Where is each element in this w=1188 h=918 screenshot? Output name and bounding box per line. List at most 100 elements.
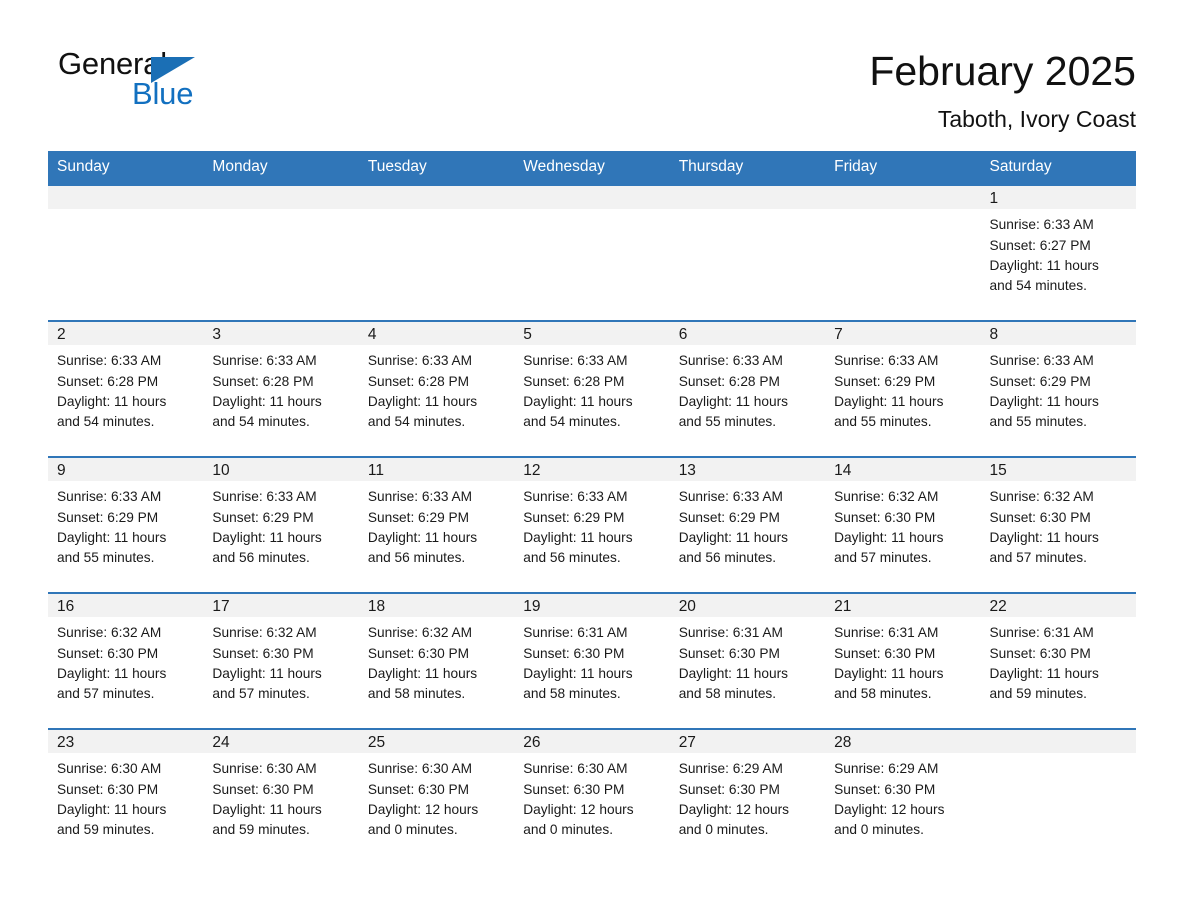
day-detail-line: and 0 minutes. bbox=[367, 821, 458, 837]
calendar-day-cell[interactable]: 22 Sunrise: 6:31 AM Sunset: 6:30 PM Dayligh… bbox=[980, 592, 1136, 730]
calendar-day-cell[interactable]: 12 Sunrise: 6:33 AM Sunset: 6:29 PM Dayligh… bbox=[514, 456, 670, 594]
day-detail-line: Daylight: 11 hours bbox=[57, 393, 167, 409]
day-detail-line: and 58 minutes. bbox=[678, 685, 777, 701]
day-number: 24 bbox=[203, 730, 359, 754]
day-details bbox=[514, 209, 669, 215]
day-number: 16 bbox=[48, 594, 204, 618]
day-detail-line: Daylight: 11 hours bbox=[523, 665, 633, 681]
calendar-day-cell-empty bbox=[669, 184, 826, 322]
day-number bbox=[669, 186, 826, 210]
calendar-day-cell[interactable]: 15 Sunrise: 6:32 AM Sunset: 6:30 PM Dayligh… bbox=[980, 456, 1136, 594]
day-number: 11 bbox=[358, 458, 515, 482]
calendar-day-cell-empty bbox=[514, 184, 670, 322]
day-details bbox=[981, 753, 1136, 759]
day-detail-line: Sunset: 6:30 PM bbox=[834, 781, 936, 797]
day-detail-line: and 58 minutes. bbox=[834, 685, 932, 701]
day-detail-line: Sunrise: 6:30 AM bbox=[212, 761, 317, 777]
day-detail-line: and 54 minutes. bbox=[523, 413, 621, 429]
title-block: February 2025 Taboth, Ivory Coast bbox=[869, 48, 1136, 132]
calendar-day-cell[interactable]: 8 Sunrise: 6:33 AM Sunset: 6:29 PM Daylight… bbox=[980, 320, 1136, 458]
calendar-day-cell[interactable]: 7 Sunrise: 6:33 AM Sunset: 6:29 PM Daylight… bbox=[825, 320, 981, 458]
calendar-day-cell[interactable]: 1 Sunrise: 6:33 AM Sunset: 6:27 PM Daylight… bbox=[980, 184, 1136, 322]
weekday-header-friday: Friday bbox=[825, 151, 981, 186]
day-number: 26 bbox=[514, 730, 670, 754]
calendar-day-cell[interactable]: 2 Sunrise: 6:33 AM Sunset: 6:28 PM Daylight… bbox=[48, 320, 204, 458]
calendar-day-cell[interactable]: 3 Sunrise: 6:33 AM Sunset: 6:28 PM Daylight… bbox=[203, 320, 359, 458]
day-detail-line: Sunrise: 6:33 AM bbox=[523, 489, 628, 505]
day-number: 10 bbox=[203, 458, 359, 482]
calendar-day-cell[interactable]: 16 Sunrise: 6:32 AM Sunset: 6:30 PM Dayligh… bbox=[48, 592, 204, 730]
calendar-week-row: 16 Sunrise: 6:32 AM Sunset: 6:30 PM Dayligh… bbox=[48, 592, 1136, 730]
day-details: Sunrise: 6:32 AM Sunset: 6:30 PM Daylight:… bbox=[359, 617, 514, 704]
general-blue-logo[interactable]: General Blue bbox=[58, 48, 208, 120]
day-detail-line: Sunrise: 6:32 AM bbox=[834, 489, 939, 505]
day-details: Sunrise: 6:32 AM Sunset: 6:30 PM Daylight:… bbox=[203, 617, 358, 704]
day-details: Sunrise: 6:29 AM Sunset: 6:30 PM Daylight:… bbox=[670, 753, 825, 840]
day-details: Sunrise: 6:32 AM Sunset: 6:30 PM Daylight:… bbox=[981, 481, 1136, 568]
day-number: 25 bbox=[358, 730, 515, 754]
day-detail-line: Sunset: 6:29 PM bbox=[989, 373, 1091, 389]
day-detail-line: Daylight: 11 hours bbox=[212, 393, 322, 409]
day-detail-line: Sunrise: 6:33 AM bbox=[834, 353, 939, 369]
day-detail-line: Sunrise: 6:33 AM bbox=[678, 489, 783, 505]
day-detail-line: Sunset: 6:27 PM bbox=[989, 237, 1091, 253]
day-detail-line: Sunrise: 6:33 AM bbox=[678, 353, 783, 369]
calendar-day-cell[interactable]: 19 Sunrise: 6:31 AM Sunset: 6:30 PM Dayligh… bbox=[514, 592, 670, 730]
day-details: Sunrise: 6:33 AM Sunset: 6:28 PM Daylight:… bbox=[670, 345, 825, 432]
calendar-day-cell[interactable]: 24 Sunrise: 6:30 AM Sunset: 6:30 PM Dayligh… bbox=[203, 728, 359, 865]
day-detail-line: and 54 minutes. bbox=[212, 413, 310, 429]
day-detail-line: and 57 minutes. bbox=[212, 685, 310, 701]
day-detail-line: Sunrise: 6:30 AM bbox=[523, 761, 628, 777]
calendar-day-cell[interactable]: 17 Sunrise: 6:32 AM Sunset: 6:30 PM Dayligh… bbox=[203, 592, 359, 730]
calendar-day-cell[interactable]: 18 Sunrise: 6:32 AM Sunset: 6:30 PM Dayligh… bbox=[358, 592, 515, 730]
day-detail-line: and 55 minutes. bbox=[989, 413, 1087, 429]
calendar-day-cell-empty bbox=[358, 184, 515, 322]
day-detail-line: Sunrise: 6:33 AM bbox=[367, 489, 473, 505]
day-detail-line: Daylight: 12 hours bbox=[367, 801, 479, 817]
day-number: 22 bbox=[980, 594, 1136, 618]
day-detail-line: Sunset: 6:29 PM bbox=[57, 509, 159, 525]
calendar-day-cell[interactable]: 25 Sunrise: 6:30 AM Sunset: 6:30 PM Dayligh… bbox=[358, 728, 515, 865]
calendar-day-cell[interactable]: 26 Sunrise: 6:30 AM Sunset: 6:30 PM Dayligh… bbox=[514, 728, 670, 865]
day-detail-line: Sunrise: 6:33 AM bbox=[989, 353, 1094, 369]
day-detail-line: Sunrise: 6:33 AM bbox=[57, 353, 162, 369]
day-details: Sunrise: 6:29 AM Sunset: 6:30 PM Daylight:… bbox=[825, 753, 980, 840]
day-detail-line: Sunset: 6:30 PM bbox=[367, 645, 470, 661]
day-number bbox=[825, 186, 981, 210]
calendar-day-cell[interactable]: 27 Sunrise: 6:29 AM Sunset: 6:30 PM Dayligh… bbox=[669, 728, 826, 865]
day-details: Sunrise: 6:33 AM Sunset: 6:28 PM Daylight:… bbox=[203, 345, 358, 432]
calendar-day-cell-empty bbox=[203, 184, 359, 322]
day-number: 12 bbox=[514, 458, 670, 482]
calendar-day-cell[interactable]: 21 Sunrise: 6:31 AM Sunset: 6:30 PM Dayligh… bbox=[825, 592, 981, 730]
calendar-day-cell[interactable]: 23 Sunrise: 6:30 AM Sunset: 6:30 PM Dayligh… bbox=[48, 728, 204, 865]
calendar-day-cell[interactable]: 14 Sunrise: 6:32 AM Sunset: 6:30 PM Dayligh… bbox=[825, 456, 981, 594]
day-detail-line: Sunset: 6:30 PM bbox=[212, 645, 314, 661]
day-details: Sunrise: 6:31 AM Sunset: 6:30 PM Daylight:… bbox=[825, 617, 980, 704]
calendar-day-cell[interactable]: 6 Sunrise: 6:33 AM Sunset: 6:28 PM Daylight… bbox=[669, 320, 826, 458]
day-number bbox=[48, 186, 204, 210]
calendar-day-cell[interactable]: 13 Sunrise: 6:33 AM Sunset: 6:29 PM Dayligh… bbox=[669, 456, 826, 594]
day-number: 19 bbox=[514, 594, 670, 618]
day-detail-line: Sunrise: 6:32 AM bbox=[57, 625, 162, 641]
day-detail-line: Sunrise: 6:32 AM bbox=[989, 489, 1094, 505]
day-number bbox=[514, 186, 670, 210]
calendar-day-cell[interactable]: 11 Sunrise: 6:33 AM Sunset: 6:29 PM Dayligh… bbox=[358, 456, 515, 594]
day-detail-line: Daylight: 11 hours bbox=[212, 529, 322, 545]
calendar-day-cell[interactable]: 4 Sunrise: 6:33 AM Sunset: 6:28 PM Daylight… bbox=[358, 320, 515, 458]
day-number: 4 bbox=[358, 322, 515, 346]
day-detail-line: Sunrise: 6:30 AM bbox=[367, 761, 473, 777]
day-detail-line: Sunrise: 6:33 AM bbox=[523, 353, 628, 369]
day-number: 23 bbox=[48, 730, 204, 754]
calendar-day-cell[interactable]: 9 Sunrise: 6:33 AM Sunset: 6:29 PM Daylight… bbox=[48, 456, 204, 594]
weekday-header-thursday: Thursday bbox=[669, 151, 826, 186]
calendar-day-cell[interactable]: 28 Sunrise: 6:29 AM Sunset: 6:30 PM Dayligh… bbox=[825, 728, 981, 865]
day-detail-line: Sunset: 6:29 PM bbox=[678, 509, 780, 525]
weekday-header-tuesday: Tuesday bbox=[358, 151, 515, 186]
calendar-day-cell[interactable]: 5 Sunrise: 6:33 AM Sunset: 6:28 PM Daylight… bbox=[514, 320, 670, 458]
weekday-header-wednesday: Wednesday bbox=[514, 151, 670, 186]
day-number: 5 bbox=[514, 322, 670, 346]
calendar-day-cell[interactable]: 10 Sunrise: 6:33 AM Sunset: 6:29 PM Dayligh… bbox=[203, 456, 359, 594]
calendar-day-cell[interactable]: 20 Sunrise: 6:31 AM Sunset: 6:30 PM Dayligh… bbox=[669, 592, 826, 730]
day-details: Sunrise: 6:30 AM Sunset: 6:30 PM Daylight:… bbox=[359, 753, 514, 840]
day-detail-line: and 59 minutes. bbox=[57, 821, 155, 837]
